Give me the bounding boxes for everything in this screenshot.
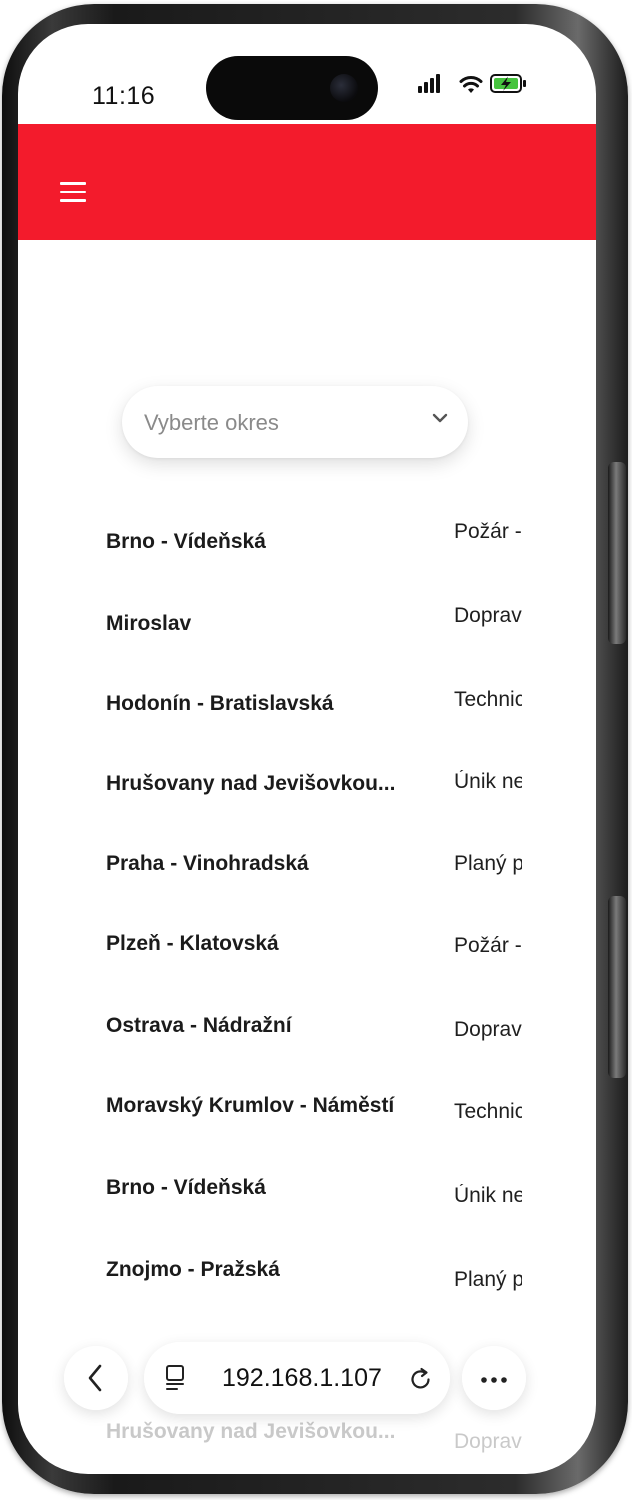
incident-type: Doprav [454, 604, 522, 627]
incident-row[interactable]: Hodonín - Bratislavská Technic [18, 684, 596, 744]
address-bar[interactable]: 192.168.1.107 [144, 1342, 450, 1414]
more-button[interactable] [462, 1346, 526, 1410]
incident-location: Praha - Vinohradská [106, 852, 309, 875]
incident-location: Moravský Krumlov - Náměstí [106, 1094, 395, 1117]
incident-list: Brno - Vídeňská Požár - Miroslav Doprav … [18, 24, 596, 1474]
more-icon [481, 1377, 507, 1383]
url-text: 192.168.1.107 [222, 1364, 382, 1392]
incident-row[interactable]: Brno - Vídeňská Únik ne [18, 1174, 596, 1234]
incident-type: Planý p [454, 852, 522, 875]
back-chevron-icon [88, 1364, 102, 1392]
incident-type: Technic [454, 688, 522, 711]
incident-location: Miroslav [106, 612, 192, 635]
incident-type: Doprav [454, 1018, 522, 1041]
phone-screen: 11:16 Vyberte okres Brno - Vídeňská Požá… [18, 24, 596, 1474]
incident-location: Hrušovany nad Jevišovkou... [106, 772, 396, 795]
volume-up-button [608, 462, 626, 644]
incident-location: Znojmo - Pražská [106, 1258, 280, 1281]
incident-row[interactable]: Plzeň - Klatovská Požár - [18, 928, 596, 988]
incident-row[interactable]: Moravský Krumlov - Náměstí Technic [18, 1092, 596, 1152]
incident-type: Doprav [454, 1430, 522, 1453]
incident-row[interactable]: Miroslav Doprav [18, 602, 596, 662]
reload-icon[interactable] [408, 1366, 434, 1392]
phone-frame: 11:16 Vyberte okres Brno - Vídeňská Požá… [2, 4, 628, 1494]
incident-type: Únik ne [454, 1184, 522, 1207]
incident-row[interactable]: Ostrava - Nádražní Doprav [18, 1010, 596, 1070]
tabs-icon[interactable] [164, 1364, 188, 1392]
incident-location: Plzeň - Klatovská [106, 932, 279, 955]
incident-row[interactable]: Hrušovany nad Jevišovkou... Únik ne [18, 766, 596, 826]
incident-type: Požár - [454, 934, 522, 957]
incident-location: Brno - Vídeňská [106, 530, 266, 553]
incident-location: Hodonín - Bratislavská [106, 692, 334, 715]
incident-location: Ostrava - Nádražní [106, 1014, 292, 1037]
back-button[interactable] [64, 1346, 128, 1410]
browser-toolbar: 192.168.1.107 [18, 1340, 596, 1430]
incident-type: Požár - [454, 520, 522, 543]
incident-row[interactable]: Praha - Vinohradská Planý p [18, 846, 596, 906]
incident-type: Planý p [454, 1268, 522, 1291]
incident-row[interactable]: Znojmo - Pražská Planý p [18, 1256, 596, 1316]
incident-location: Brno - Vídeňská [106, 1176, 266, 1199]
volume-down-button [608, 896, 626, 1078]
incident-type: Technic [454, 1100, 522, 1123]
incident-type: Únik ne [454, 770, 522, 793]
incident-row[interactable]: Brno - Vídeňská Požár - [18, 520, 596, 580]
